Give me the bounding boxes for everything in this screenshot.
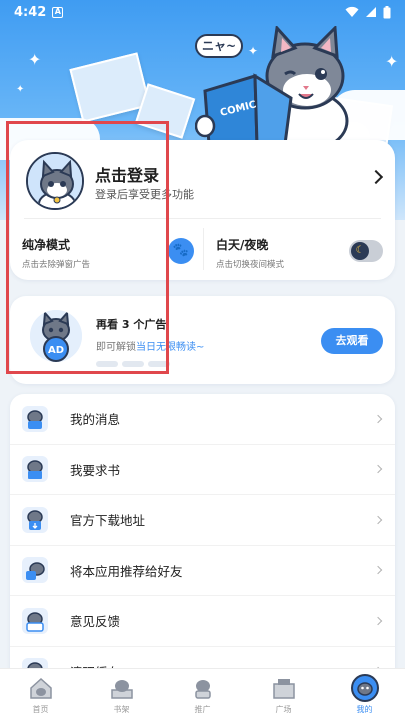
pure-mode-subtitle: 点击去除弹窗广告 [22,260,91,270]
sparkle-icon: ✦ [28,50,42,69]
menu-item-download[interactable]: 官方下载地址 [10,495,395,546]
progress-dot [148,361,170,367]
sparkle-icon: ✦ [16,84,25,95]
cat-share-icon [22,557,48,584]
plaza-icon [270,674,298,702]
wifi-icon [345,6,359,17]
battery-icon [383,5,391,18]
tab-bookshelf[interactable]: 书架 [81,669,162,720]
bookshelf-icon [108,674,136,702]
tab-plaza[interactable]: 广场 [243,669,324,720]
cat-feedback-icon [22,607,48,634]
chevron-right-icon [373,566,383,575]
ad-badge-text: AD [48,345,64,356]
divider [203,228,204,270]
cat-avatar-icon [28,154,82,208]
avatar[interactable] [26,152,84,210]
profile-icon [350,674,379,702]
cat-request-icon [22,456,48,483]
sparkle-icon: ✦ [385,52,399,71]
chevron-right-icon [373,414,383,423]
status-time: 4:42 [14,4,47,20]
tab-home[interactable]: 首页 [0,669,81,720]
ad-cat-badge: AD [30,310,82,362]
watch-ad-button[interactable]: 去观看 [321,328,383,354]
progress-dot [96,361,118,367]
paw-icon[interactable]: 🐾 [168,238,194,264]
chevron-right-icon [373,465,383,474]
moon-icon: ☾ [351,242,369,260]
progress-dot [122,361,144,367]
tab-label: 推广 [194,705,211,714]
tab-label: 书架 [113,705,130,714]
menu-item-messages[interactable]: 我的消息 [10,394,395,445]
account-card: 点击登录 登录后享受更多功能 纯净模式 点击去除弹窗广告 🐾 白天/夜晚 点击切… [10,140,395,280]
ad-progress-dots [96,361,170,367]
promote-icon [189,674,217,702]
login-title[interactable]: 点击登录 [95,162,159,186]
menu-item-label: 官方下载地址 [70,513,146,529]
cat-ad-icon: AD [30,310,82,362]
ad-reward-card: AD 再看 3 个广告 即可解锁当日无限畅读~ 去观看 [10,296,395,384]
ad-title: 再看 3 个广告 [96,318,167,331]
ad-subtitle: 即可解锁当日无限畅读~ [96,338,204,353]
chevron-right-icon[interactable] [368,169,384,185]
bottom-nav: 首页 书架 推广 广场 我的 [0,668,405,720]
tab-label: 我的 [356,705,373,714]
cat-message-icon [22,405,48,432]
ad-subtitle-prefix: 即可解锁 [96,342,136,353]
cat-download-icon [22,506,48,533]
signal-icon [366,7,376,17]
tab-promote[interactable]: 推广 [162,669,243,720]
status-bar: 4:42 A [0,0,405,24]
divider [24,218,381,219]
day-night-subtitle: 点击切换夜间模式 [216,260,285,270]
chevron-right-icon [373,616,383,625]
menu-item-label: 我的消息 [70,412,121,428]
menu-list: 我的消息 我要求书 官方下载地址 将本应用推荐给好友 意见反馈 清理缓存 [10,394,395,684]
home-icon [27,674,55,702]
login-subtitle: 登录后享受更多功能 [95,188,194,201]
night-mode-toggle[interactable]: ☾ [349,240,383,262]
day-night-title[interactable]: 白天/夜晚 [216,236,268,253]
tab-label: 广场 [275,705,292,714]
menu-item-label: 我要求书 [70,462,121,478]
comic-page-decoration [134,83,196,139]
reading-cat-illustration: COMIC [195,26,349,146]
chevron-right-icon [373,515,383,524]
pure-mode-title[interactable]: 纯净模式 [22,236,70,253]
menu-item-share[interactable]: 将本应用推荐给好友 [10,546,395,596]
menu-item-request-book[interactable]: 我要求书 [10,445,395,495]
ad-subtitle-highlight: 当日无限畅读~ [136,342,205,353]
notification-icon: A [52,6,64,18]
menu-item-feedback[interactable]: 意见反馈 [10,596,395,647]
tab-label: 首页 [32,705,49,714]
menu-item-label: 将本应用推荐给好友 [70,563,183,579]
tab-profile[interactable]: 我的 [324,669,405,720]
menu-item-label: 意见反馈 [70,614,121,630]
